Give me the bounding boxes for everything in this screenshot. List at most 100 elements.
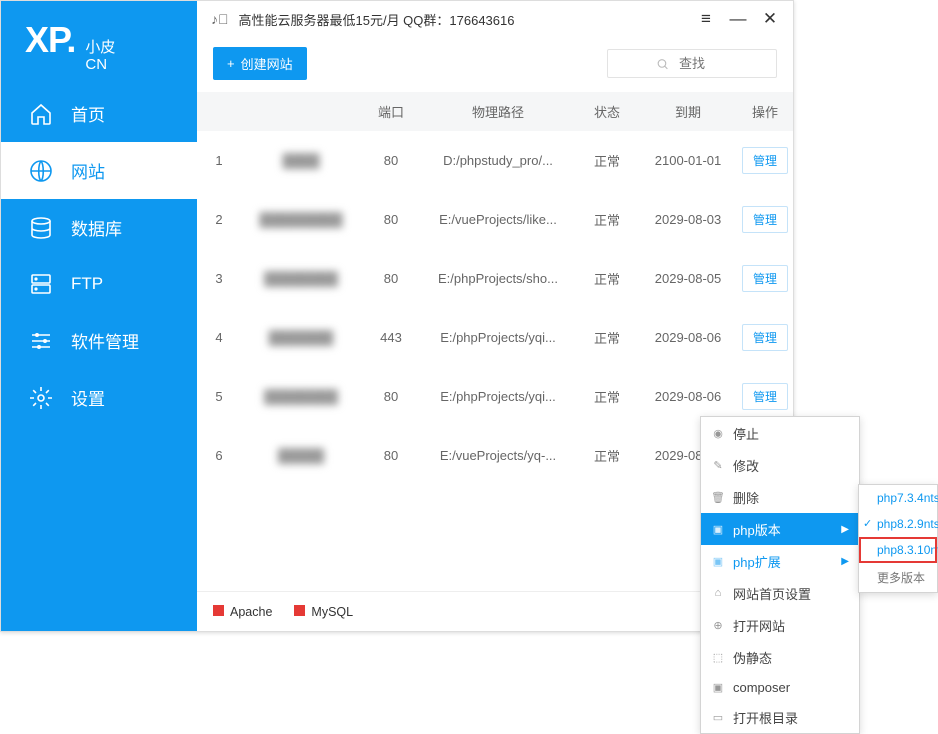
ctx-item-homepage[interactable]: ⌂网站首页设置 bbox=[701, 577, 859, 609]
ctx-item-label: 网站首页设置 bbox=[733, 584, 811, 603]
php-version-option[interactable]: 更多版本 bbox=[859, 563, 937, 592]
ftp-icon bbox=[29, 272, 53, 296]
cell-idx: 6 bbox=[197, 448, 241, 463]
sidebar-item-label: 设置 bbox=[71, 385, 105, 410]
globe-icon bbox=[29, 159, 53, 183]
cell-idx: 1 bbox=[197, 153, 241, 168]
ctx-item-open-site[interactable]: ⊕打开网站 bbox=[701, 609, 859, 641]
cell-path: E:/phpProjects/yqi... bbox=[421, 330, 575, 345]
service-mysql: MySQL bbox=[294, 605, 353, 619]
composer-icon: ▣ bbox=[711, 680, 725, 694]
cell-idx: 3 bbox=[197, 271, 241, 286]
app-window: XP. 小皮 CN 首页 网站 数据库 FTP bbox=[0, 0, 794, 632]
search-input[interactable] bbox=[607, 49, 777, 78]
cell-idx: 4 bbox=[197, 330, 241, 345]
context-menu: ◉停止✎修改🗑删除▣php版本▶▣php扩展▶⌂网站首页设置⊕打开网站⬚伪静态▣… bbox=[700, 416, 860, 734]
th-port: 端口 bbox=[361, 102, 421, 121]
cell-path: E:/vueProjects/yq-... bbox=[421, 448, 575, 463]
cell-port: 80 bbox=[361, 448, 421, 463]
chevron-right-icon: ▶ bbox=[841, 556, 849, 567]
plus-icon: + bbox=[227, 56, 235, 71]
ctx-item-php-version[interactable]: ▣php版本▶ bbox=[701, 513, 859, 545]
cell-port: 443 bbox=[361, 330, 421, 345]
home-icon bbox=[29, 102, 53, 126]
logo-sub2: CN bbox=[85, 57, 115, 74]
service-apache: Apache bbox=[213, 605, 272, 619]
sidebar-item-settings[interactable]: 设置 bbox=[1, 369, 197, 426]
create-label: 创建网站 bbox=[241, 54, 293, 73]
manage-button[interactable]: 管理 bbox=[742, 265, 788, 292]
minimize-button[interactable]: — bbox=[729, 9, 747, 29]
manage-button[interactable]: 管理 bbox=[742, 324, 788, 351]
cell-expire: 2029-08-03 bbox=[639, 212, 737, 227]
sidebar-item-website[interactable]: 网站 bbox=[1, 142, 197, 199]
sidebar-item-label: 首页 bbox=[71, 101, 105, 126]
ctx-item-composer[interactable]: ▣composer bbox=[701, 673, 859, 701]
ctx-item-open-root[interactable]: ▭ 打开根目录 bbox=[701, 701, 859, 733]
th-domain bbox=[241, 102, 361, 121]
php-version-option[interactable]: php7.3.4nts bbox=[859, 485, 937, 511]
cell-domain: █████████ bbox=[241, 212, 361, 227]
rewrite-icon: ⬚ bbox=[711, 650, 725, 664]
cell-status: 正常 bbox=[575, 210, 639, 229]
sidebar-item-database[interactable]: 数据库 bbox=[1, 199, 197, 256]
open-root-icon: ▭ bbox=[711, 710, 725, 724]
cell-domain: ████ bbox=[241, 153, 361, 168]
ctx-item-edit[interactable]: ✎修改 bbox=[701, 449, 859, 481]
php-version-submenu: php7.3.4ntsphp8.2.9ntsphp8.3.10nts更多版本 bbox=[858, 484, 938, 593]
ctx-item-delete[interactable]: 🗑删除 bbox=[701, 481, 859, 513]
nav: 首页 网站 数据库 FTP 软件管理 设置 bbox=[1, 85, 197, 631]
chevron-right-icon: ▶ bbox=[841, 524, 849, 535]
cell-path: D:/phpstudy_pro/... bbox=[421, 153, 575, 168]
cell-expire: 2029-08-06 bbox=[639, 330, 737, 345]
cell-path: E:/phpProjects/sho... bbox=[421, 271, 575, 286]
ctx-item-label: 删除 bbox=[733, 488, 759, 507]
php-version-option[interactable]: php8.3.10nts bbox=[859, 537, 937, 563]
open-site-icon: ⊕ bbox=[711, 618, 725, 632]
stop-icon: ◉ bbox=[711, 426, 725, 440]
sidebar-item-home[interactable]: 首页 bbox=[1, 85, 197, 142]
logo-brand: XP. bbox=[25, 19, 75, 61]
cell-port: 80 bbox=[361, 153, 421, 168]
table-row[interactable]: 3████████80E:/phpProjects/sho...正常2029-0… bbox=[197, 249, 793, 308]
sidebar-item-label: FTP bbox=[71, 274, 103, 294]
ctx-item-label: php版本 bbox=[733, 520, 781, 539]
search-icon bbox=[656, 57, 669, 70]
ctx-item-php-ext[interactable]: ▣php扩展▶ bbox=[701, 545, 859, 577]
close-button[interactable]: ✕ bbox=[761, 9, 779, 29]
table-row[interactable]: 1████80D:/phpstudy_pro/...正常2100-01-01管理 bbox=[197, 131, 793, 190]
menu-button[interactable]: ≡ bbox=[697, 9, 715, 29]
cell-idx: 5 bbox=[197, 389, 241, 404]
ctx-item-label: 打开根目录 bbox=[733, 708, 798, 727]
sidebar-item-ftp[interactable]: FTP bbox=[1, 256, 197, 312]
table-row[interactable]: 2█████████80E:/vueProjects/like...正常2029… bbox=[197, 190, 793, 249]
titlebar: ♪⃠ 高性能云服务器最低15元/月 QQ群：176643616 ≡ — ✕ bbox=[197, 1, 793, 37]
cell-port: 80 bbox=[361, 389, 421, 404]
cell-port: 80 bbox=[361, 271, 421, 286]
sidebar-item-label: 网站 bbox=[71, 158, 105, 183]
cell-path: E:/vueProjects/like... bbox=[421, 212, 575, 227]
ctx-item-rewrite[interactable]: ⬚伪静态 bbox=[701, 641, 859, 673]
manage-button[interactable]: 管理 bbox=[742, 383, 788, 410]
php-version-option[interactable]: php8.2.9nts bbox=[859, 511, 937, 537]
sidebar: XP. 小皮 CN 首页 网站 数据库 FTP bbox=[1, 1, 197, 631]
database-icon bbox=[29, 216, 53, 240]
cell-status: 正常 bbox=[575, 446, 639, 465]
ctx-item-label: 修改 bbox=[733, 456, 759, 475]
logo-sub1: 小皮 bbox=[85, 40, 115, 57]
ctx-item-stop[interactable]: ◉ 停止 bbox=[701, 417, 859, 449]
th-path: 物理路径 bbox=[421, 102, 575, 121]
cell-path: E:/phpProjects/yqi... bbox=[421, 389, 575, 404]
manage-button[interactable]: 管理 bbox=[742, 147, 788, 174]
table-row[interactable]: 4███████443E:/phpProjects/yqi...正常2029-0… bbox=[197, 308, 793, 367]
create-site-button[interactable]: + 创建网站 bbox=[213, 47, 307, 80]
announcement-text: 高性能云服务器最低15元/月 QQ群：176643616 bbox=[239, 10, 688, 29]
th-op: 操作 bbox=[737, 102, 793, 121]
sidebar-item-software[interactable]: 软件管理 bbox=[1, 312, 197, 369]
ctx-item-label: 停止 bbox=[733, 424, 759, 443]
cell-idx: 2 bbox=[197, 212, 241, 227]
th-status: 状态 bbox=[575, 102, 639, 121]
manage-button[interactable]: 管理 bbox=[742, 206, 788, 233]
cell-domain: ████████ bbox=[241, 271, 361, 286]
cell-status: 正常 bbox=[575, 269, 639, 288]
